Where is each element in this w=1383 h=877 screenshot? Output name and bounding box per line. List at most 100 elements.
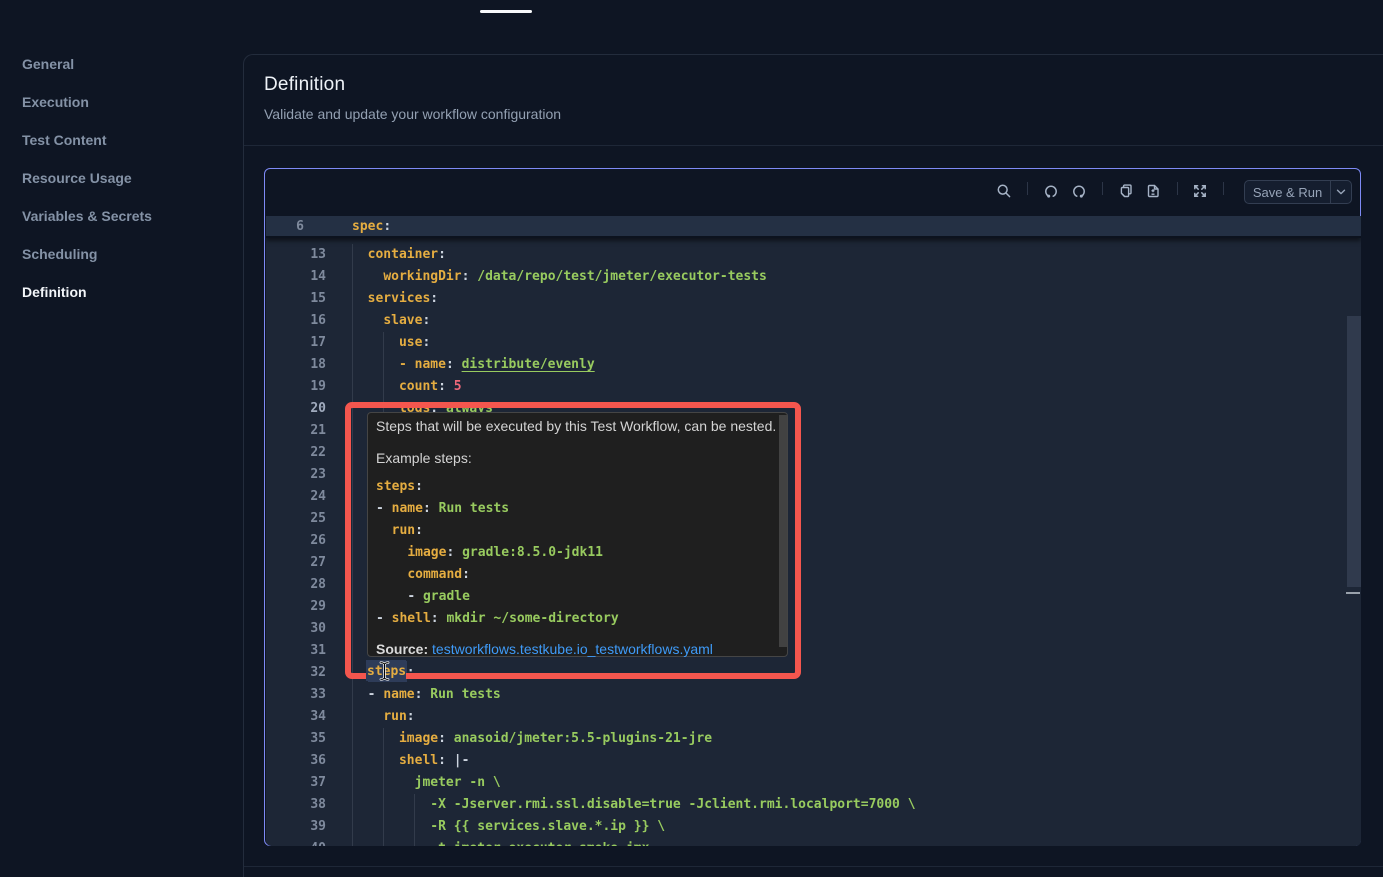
code-line-35[interactable]: 35 image: anasoid/jmeter:5.5-plugins-21-… — [266, 728, 1361, 750]
chevron-down-icon[interactable] — [1331, 184, 1351, 200]
line-number: 26 — [266, 530, 326, 552]
line-number: 36 — [266, 750, 326, 772]
tooltip-code-line: - name: Run tests — [376, 498, 509, 520]
sidebar-item-test-content[interactable]: Test Content — [22, 131, 107, 149]
line-content: shell: |- — [352, 750, 469, 772]
line-number: 39 — [266, 816, 326, 838]
tooltip-code-line: command: — [376, 564, 470, 586]
search-icon[interactable] — [996, 183, 1012, 199]
tooltip-source-link[interactable]: testworkflows.testkube.io_testworkflows.… — [432, 641, 713, 657]
line-content: slave: — [352, 310, 430, 332]
active-tab-indicator — [480, 10, 532, 13]
tooltip-example-label: Example steps: — [376, 449, 472, 468]
settings-sidebar: General Execution Test Content Resource Usa… — [0, 46, 243, 346]
line-content: services: — [352, 288, 438, 310]
tooltip-code-line: run: — [376, 520, 423, 542]
line-number: 17 — [266, 332, 326, 354]
toolbar-divider — [1102, 182, 1103, 195]
expand-icon[interactable] — [1192, 183, 1208, 199]
line-content: -R {{ services.slave.*.ip }} \ — [352, 816, 665, 838]
save-and-run-button[interactable]: Save & Run — [1244, 180, 1352, 204]
line-content: -t jmeter-executor-smoke.jmx — [352, 838, 649, 846]
line-number: 34 — [266, 706, 326, 728]
header-divider — [244, 145, 1383, 146]
line-number: 13 — [266, 244, 326, 266]
line-content: count: 5 — [352, 376, 462, 398]
line-number: 24 — [266, 486, 326, 508]
toolbar-divider — [1223, 182, 1224, 195]
hover-tooltip: Steps that will be executed by this Test… — [367, 412, 788, 657]
code-line-38[interactable]: 38 -X -Jserver.rmi.ssl.disable=true -Jcl… — [266, 794, 1361, 816]
line-content: image: anasoid/jmeter:5.5-plugins-21-jre — [352, 728, 712, 750]
undo-icon[interactable] — [1043, 183, 1059, 199]
line-content: - name: distribute/evenly — [352, 354, 595, 376]
code-line-37[interactable]: 37 jmeter -n \ — [266, 772, 1361, 794]
line-content: run: — [352, 706, 415, 728]
line-number: 14 — [266, 266, 326, 288]
code-line-18[interactable]: 18 - name: distribute/evenly — [266, 354, 1361, 376]
overview-ruler-marker — [1346, 592, 1360, 594]
tooltip-description: Steps that will be executed by this Test… — [376, 417, 776, 436]
code-line-15[interactable]: 15 services: — [266, 288, 1361, 310]
toolbar-divider — [1177, 182, 1178, 195]
line-number: 21 — [266, 420, 326, 442]
line-number: 28 — [266, 574, 326, 596]
line-content: -X -Jserver.rmi.ssl.disable=true -Jclien… — [352, 794, 916, 816]
line-content: use: — [352, 332, 430, 354]
code-line-16[interactable]: 16 slave: — [266, 310, 1361, 332]
tooltip-code-line: steps: — [376, 476, 423, 498]
sidebar-item-resource-usage[interactable]: Resource Usage — [22, 169, 132, 187]
line-content: container: — [352, 244, 446, 266]
code-line-33[interactable]: 33 - name: Run tests — [266, 684, 1361, 706]
tooltip-code-line: - shell: mkdir ~/some-directory — [376, 608, 619, 630]
line-number: 27 — [266, 552, 326, 574]
line-number: 30 — [266, 618, 326, 640]
code-line-36[interactable]: 36 shell: |- — [266, 750, 1361, 772]
code-line-39[interactable]: 39 -R {{ services.slave.*.ip }} \ — [266, 816, 1361, 838]
toolbar-divider — [1027, 182, 1028, 195]
line-number: 15 — [266, 288, 326, 310]
sticky-line-content: spec: — [352, 216, 391, 238]
line-number: 23 — [266, 464, 326, 486]
sidebar-item-definition[interactable]: Definition — [22, 283, 87, 301]
code-line-17[interactable]: 17 use: — [266, 332, 1361, 354]
line-number: 18 — [266, 354, 326, 376]
line-number: 31 — [266, 640, 326, 662]
sticky-scroll-line: 6 spec: — [266, 216, 1361, 238]
sidebar-item-variables-secrets[interactable]: Variables & Secrets — [22, 207, 152, 225]
copy-icon[interactable] — [1118, 183, 1134, 199]
line-content: - name: Run tests — [352, 684, 501, 706]
sidebar-item-general[interactable]: General — [22, 55, 74, 73]
redo-icon[interactable] — [1071, 183, 1087, 199]
sidebar-item-execution[interactable]: Execution — [22, 93, 89, 111]
sticky-line-number: 6 — [266, 216, 304, 238]
line-number: 19 — [266, 376, 326, 398]
line-number: 22 — [266, 442, 326, 464]
line-content: workingDir: /data/repo/test/jmeter/execu… — [352, 266, 767, 288]
page-subtitle: Validate and update your workflow config… — [264, 106, 561, 122]
editor-scrollbar[interactable] — [1347, 316, 1361, 587]
line-number: 40 — [266, 838, 326, 846]
line-number: 29 — [266, 596, 326, 618]
sidebar-item-scheduling[interactable]: Scheduling — [22, 245, 97, 263]
footer-divider — [244, 866, 1383, 867]
code-line-40[interactable]: 40 -t jmeter-executor-smoke.jmx — [266, 838, 1361, 846]
tooltip-source-label: Source: — [376, 641, 428, 657]
line-number: 32 — [266, 662, 326, 684]
tooltip-code-line: image: gradle:8.5.0-jdk11 — [376, 542, 603, 564]
code-line-14[interactable]: 14 workingDir: /data/repo/test/jmeter/ex… — [266, 266, 1361, 288]
save-and-run-label: Save & Run — [1245, 185, 1330, 200]
line-number: 20 — [266, 398, 326, 420]
line-number: 33 — [266, 684, 326, 706]
text-cursor-pointer — [378, 661, 391, 681]
diff-icon[interactable] — [1145, 183, 1161, 199]
code-line-13[interactable]: 13 container: — [266, 244, 1361, 266]
line-number: 16 — [266, 310, 326, 332]
line-number: 37 — [266, 772, 326, 794]
line-content: jmeter -n \ — [352, 772, 501, 794]
line-number: 35 — [266, 728, 326, 750]
code-line-34[interactable]: 34 run: — [266, 706, 1361, 728]
tooltip-source-line: Source: testworkflows.testkube.io_testwo… — [376, 640, 713, 659]
code-line-19[interactable]: 19 count: 5 — [266, 376, 1361, 398]
tooltip-scrollbar[interactable] — [779, 415, 787, 647]
